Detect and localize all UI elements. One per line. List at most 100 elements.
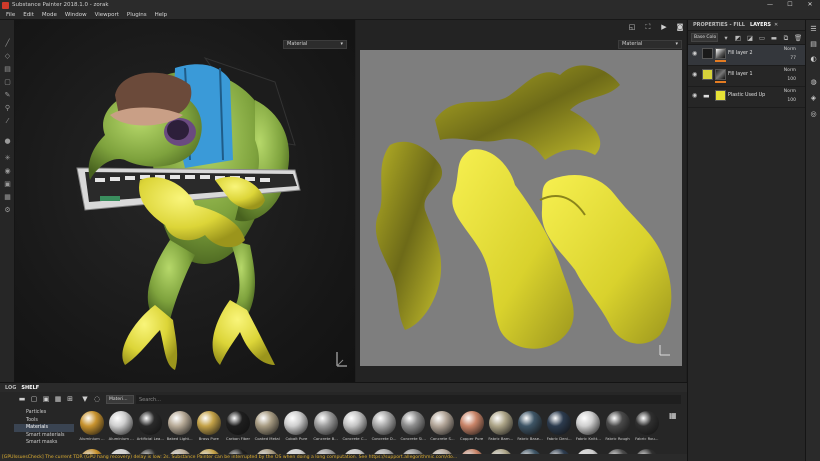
layer-row-fill-layer-2[interactable]: ◉ Fill layer 2 Norm 77 (688, 45, 805, 66)
material-item[interactable]: Concrete D... (370, 411, 398, 441)
tab-layers[interactable]: LAYERS (750, 22, 771, 28)
layer-opacity[interactable]: 100 (787, 98, 796, 103)
material-item[interactable]: Coated Metal (253, 411, 281, 441)
viewport-3d[interactable]: Material ▾ (15, 20, 355, 382)
minimize-button[interactable]: — (760, 0, 780, 10)
camera-icon[interactable]: ⛶ (643, 22, 653, 32)
material-item[interactable]: Fabric Knitt... (574, 411, 602, 441)
menu-window[interactable]: Window (65, 12, 87, 18)
visibility-eye-icon[interactable]: ◉ (692, 51, 698, 57)
material-item[interactable]: Fabric Base... (516, 411, 544, 441)
video-icon[interactable]: ▶ (659, 22, 669, 32)
material-item[interactable]: Concrete C... (341, 411, 369, 441)
picker-icon[interactable]: ⁄ (3, 116, 12, 125)
filter-icon[interactable]: ▼ (81, 395, 89, 403)
viewport-2d[interactable]: ◱ ⛶ ▶ ◙ Material ▾ (356, 20, 686, 382)
material-item[interactable]: Aluminium ... (78, 411, 106, 441)
menu-edit[interactable]: Edit (23, 12, 34, 18)
polygon-fill-icon[interactable]: ● (3, 136, 12, 145)
add-mask-icon[interactable]: ◩ (734, 34, 742, 42)
add-folder-icon[interactable]: ▬ (770, 34, 778, 42)
viewport-2d-material-select[interactable]: Material ▾ (618, 40, 682, 49)
visibility-eye-icon[interactable]: ◉ (692, 93, 698, 99)
channel-select[interactable]: Base Colo (691, 33, 718, 42)
material-item[interactable]: Fabric Deni... (545, 411, 573, 441)
delete-layer-icon[interactable]: 🗑 (794, 34, 802, 42)
smudge-icon[interactable]: ✎ (3, 90, 12, 99)
display-settings-icon[interactable]: ◐ (809, 55, 818, 64)
settings-icon[interactable]: ⚙ (3, 205, 12, 214)
material-item[interactable]: Artificial Lea... (136, 411, 164, 441)
shelf-category-smart-materials[interactable]: Smart materials (14, 432, 74, 440)
camera-tool-icon[interactable]: ✳ (3, 153, 12, 162)
material-item[interactable]: Concrete B... (312, 411, 340, 441)
close-button[interactable]: ✕ (800, 0, 820, 10)
material-item[interactable]: Concrete S... (428, 411, 456, 441)
layer-blend-mode[interactable]: Norm (784, 47, 796, 52)
duplicate-layer-icon[interactable]: ⧉ (782, 34, 790, 42)
eraser-icon[interactable]: ◇ (3, 51, 12, 60)
uv-texture-view[interactable] (360, 50, 682, 366)
tab-shelf[interactable]: SHELF (21, 385, 39, 391)
collapse-icon[interactable]: ▣ (42, 395, 50, 403)
layer-row-plastic-used-up[interactable]: ◉ ▬ Plastic Used Up Norm 100 (688, 87, 805, 108)
layer-opacity[interactable]: 100 (787, 77, 796, 82)
shelf-category-materials[interactable]: Materials (14, 424, 74, 432)
material-item[interactable]: Carbon Fiber (224, 411, 252, 441)
add-fill-layer-icon[interactable]: ◪ (746, 34, 754, 42)
history-icon[interactable]: ◍ (809, 78, 818, 87)
menu-mode[interactable]: Mode (42, 12, 57, 18)
layer-blend-mode[interactable]: Norm (784, 68, 796, 73)
material-item[interactable]: Copper Pure (458, 411, 486, 441)
layer-mask-thumbnail[interactable] (715, 69, 726, 80)
geometry-mask-icon[interactable]: ▢ (3, 77, 12, 86)
shelf-search-input[interactable] (136, 395, 681, 404)
material-item[interactable]: Fabric Rou... (633, 411, 661, 441)
layer-mask-thumbnail[interactable] (715, 48, 726, 59)
projection-icon[interactable]: ▤ (3, 64, 12, 73)
material-label: Concrete B... (313, 436, 338, 441)
menu-file[interactable]: File (6, 12, 15, 18)
view-mode-icon[interactable]: ◱ (627, 22, 637, 32)
layers-panel-icon[interactable]: ☰ (809, 25, 818, 34)
visibility-eye-icon[interactable]: ◉ (692, 72, 698, 78)
new-item-icon[interactable]: ▢ (30, 395, 38, 403)
layer-opacity[interactable]: 77 (790, 56, 796, 61)
grid-view-icon[interactable]: ▦ (54, 395, 62, 403)
material-item[interactable]: Brass Pure (195, 411, 223, 441)
import-icon[interactable]: ⊞ (66, 395, 74, 403)
shader-settings-icon[interactable]: ◈ (809, 94, 818, 103)
grid-size-icon[interactable]: ▦ (669, 412, 677, 420)
menu-viewport[interactable]: Viewport (95, 12, 119, 18)
material-item[interactable]: Aluminium ... (107, 411, 135, 441)
material-item[interactable]: Baked Light... (166, 411, 194, 441)
tab-properties-fill[interactable]: PROPERTIES - FILL (693, 22, 745, 28)
menu-help[interactable]: Help (155, 12, 168, 18)
close-icon[interactable]: ✕ (774, 22, 778, 28)
save-filter-icon[interactable]: ◌ (93, 395, 101, 403)
material-item[interactable]: Cobalt Pure (282, 411, 310, 441)
shelf-category-tools[interactable]: Tools (14, 417, 74, 425)
clone-icon[interactable]: ⚲ (3, 103, 12, 112)
tab-log[interactable]: LOG (5, 385, 16, 391)
menu-plugins[interactable]: Plugins (127, 12, 147, 18)
material-item[interactable]: Fabric Rough (604, 411, 632, 441)
folder-icon[interactable]: ▬ (18, 395, 26, 403)
display-settings-icon[interactable]: ▣ (3, 179, 12, 188)
add-effect-icon[interactable]: ▾ (722, 34, 730, 42)
viewer-settings-icon[interactable]: ◎ (809, 110, 818, 119)
material-item[interactable]: Fabric Bam... (487, 411, 515, 441)
texture-set-icon[interactable]: ▦ (3, 192, 12, 201)
layer-row-fill-layer-1[interactable]: ◉ Fill layer 1 Norm 100 (688, 66, 805, 87)
paint-brush-icon[interactable]: ╱ (3, 38, 12, 47)
eye-dropper-icon[interactable]: ◉ (3, 166, 12, 175)
materials-filter-chip[interactable]: Materi... (106, 395, 134, 404)
layer-blend-mode[interactable]: Norm (784, 89, 796, 94)
texture-set-list-icon[interactable]: ▤ (809, 40, 818, 49)
shelf-category-smart-masks[interactable]: Smart masks (14, 439, 74, 447)
shelf-category-particles[interactable]: Particles (14, 409, 74, 417)
material-item[interactable]: Concrete Si... (399, 411, 427, 441)
maximize-button[interactable]: ☐ (780, 0, 800, 10)
screenshot-icon[interactable]: ◙ (675, 22, 685, 32)
add-layer-icon[interactable]: ▭ (758, 34, 766, 42)
